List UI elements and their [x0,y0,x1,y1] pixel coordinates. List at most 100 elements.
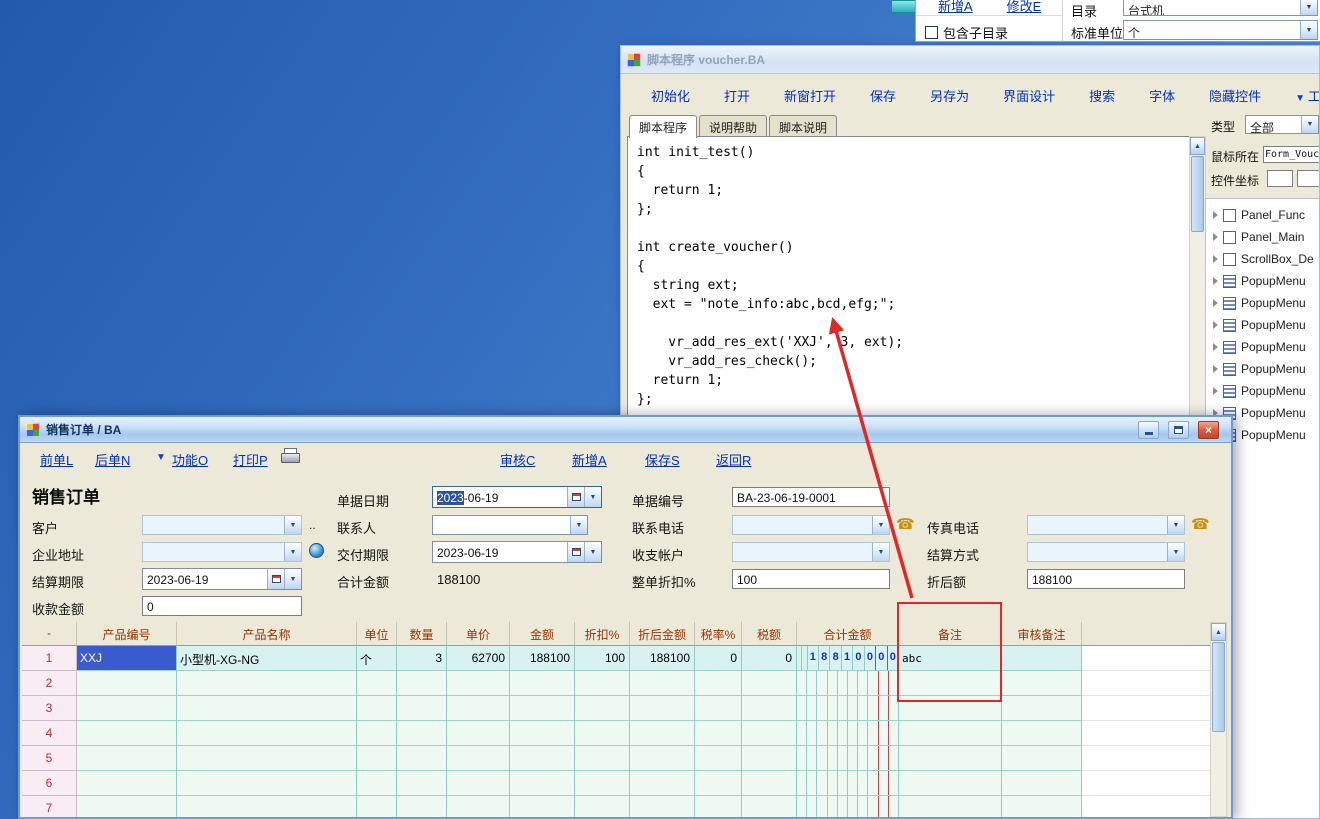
cell-col-3[interactable]: 个 [357,646,397,671]
tree-item-popupmenu[interactable]: PopupMenu [1206,314,1320,336]
cell-col-9[interactable] [695,771,742,796]
cell-col-7[interactable] [575,696,630,721]
cell-col-3[interactable] [357,771,397,796]
menu-next-button[interactable]: 后单N [95,450,130,469]
dir-combo[interactable]: 台式机 ▼ [1123,0,1318,16]
coord-x-field[interactable] [1267,170,1293,187]
phone-icon[interactable]: ☎ [896,517,915,532]
menu-save-button[interactable]: 保存S [645,450,680,469]
amount-digit-cell[interactable] [797,671,899,696]
menu-audit-button[interactable]: 审核C [500,450,535,469]
cell-col-2[interactable] [177,746,357,771]
printer-icon[interactable] [281,451,299,464]
cell-col-6[interactable]: 188100 [510,646,575,671]
type-combo[interactable]: 全部 ▼ [1245,115,1319,134]
note-cell[interactable] [899,671,1002,696]
menu-prev-button[interactable]: 前单L [40,450,73,469]
include-subdir-checkbox[interactable] [925,26,938,39]
fax-phone-icon[interactable]: ☎ [1191,517,1210,532]
cell-col-10[interactable] [742,796,797,817]
menu-back-button[interactable]: 返回R [716,450,751,469]
tree-item-popupmenu[interactable]: PopupMenu [1206,358,1320,380]
cell-col-1[interactable] [77,796,177,817]
row-number[interactable]: 1 [22,646,77,671]
calendar-icon[interactable] [267,569,284,589]
tree-item-popupmenu[interactable]: PopupMenu [1206,380,1320,402]
cell-col-10[interactable]: 0 [742,646,797,671]
after-discount-field[interactable]: 188100 [1027,569,1185,589]
chevron-down-icon[interactable]: ▼ [284,569,301,589]
add-link[interactable]: 新增A [938,0,973,13]
cell-col-6[interactable] [510,696,575,721]
cell-col-3[interactable] [357,746,397,771]
audit-note-cell[interactable] [1002,771,1082,796]
close-button[interactable]: × [1198,421,1219,439]
expand-icon[interactable] [1213,211,1218,219]
maximize-button[interactable] [1168,421,1189,439]
doc-date-input[interactable]: 2023-06-19 ▼ [432,486,602,508]
cell-col-5[interactable] [447,696,510,721]
cell-col-2[interactable] [177,721,357,746]
toolbar-link-5[interactable]: 界面设计 [1003,86,1055,105]
cell-col-8[interactable] [630,671,695,696]
cell-col-9[interactable] [695,796,742,817]
cell-col-6[interactable] [510,796,575,817]
amount-digit-cell[interactable] [797,721,899,746]
cell-col-7[interactable] [575,771,630,796]
cell-col-9[interactable] [695,746,742,771]
scroll-up-button[interactable]: ▲ [1211,623,1226,641]
settle-date-input[interactable]: 2023-06-19 ▼ [142,568,302,590]
chevron-down-icon[interactable]: ▼ [1167,543,1184,561]
scroll-up-button[interactable]: ▲ [1190,137,1205,155]
coord-y-field[interactable] [1297,170,1320,187]
amount-digit-cell[interactable] [797,796,899,817]
cell-col-2[interactable] [177,696,357,721]
edit-link[interactable]: 修改E [1007,0,1042,13]
customer-browse-button[interactable]: .. [309,518,316,532]
cell-col-1[interactable]: XXJ [77,646,177,671]
globe-icon[interactable] [309,543,324,558]
cell-col-4[interactable]: 3 [397,646,447,671]
cell-col-7[interactable] [575,796,630,817]
cell-col-8[interactable]: 188100 [630,646,695,671]
cell-col-10[interactable] [742,746,797,771]
cell-col-6[interactable] [510,671,575,696]
cell-col-4[interactable] [397,696,447,721]
address-combo[interactable]: ▼ [142,542,302,562]
row-number[interactable]: 2 [22,671,77,696]
cell-col-7[interactable] [575,721,630,746]
cell-col-1[interactable] [77,771,177,796]
audit-note-cell[interactable] [1002,696,1082,721]
chevron-down-icon[interactable]: ▼ [584,542,601,562]
chevron-down-icon[interactable]: ▼ [1301,116,1318,133]
calendar-icon[interactable] [567,487,584,507]
chevron-down-icon[interactable]: ▼ [1300,21,1317,39]
note-cell[interactable]: abc [899,646,1002,671]
cell-col-1[interactable] [77,696,177,721]
unit-combo[interactable]: 个 ▼ [1123,20,1318,40]
expand-icon[interactable] [1213,255,1218,263]
menu-function-button[interactable]: 功能O [172,450,208,469]
audit-note-cell[interactable] [1002,646,1082,671]
cell-col-9[interactable] [695,671,742,696]
menu-print-button[interactable]: 打印P [233,450,268,469]
cell-col-2[interactable] [177,671,357,696]
amount-digit-cell[interactable] [797,746,899,771]
cell-col-4[interactable] [397,796,447,817]
audit-note-cell[interactable] [1002,721,1082,746]
row-number[interactable]: 7 [22,796,77,817]
tree-item-popupmenu[interactable]: PopupMenu [1206,336,1320,358]
account-combo[interactable]: ▼ [732,542,890,562]
cell-col-4[interactable] [397,671,447,696]
cell-col-5[interactable] [447,746,510,771]
minimize-button[interactable] [1138,421,1159,439]
tree-item-panel_func[interactable]: Panel_Func [1206,204,1320,226]
cell-col-5[interactable] [447,671,510,696]
settle-method-combo[interactable]: ▼ [1027,542,1185,562]
cell-col-10[interactable] [742,721,797,746]
cell-col-7[interactable] [575,746,630,771]
note-cell[interactable] [899,721,1002,746]
row-number[interactable]: 6 [22,771,77,796]
cell-col-5[interactable] [447,796,510,817]
cell-col-10[interactable] [742,671,797,696]
